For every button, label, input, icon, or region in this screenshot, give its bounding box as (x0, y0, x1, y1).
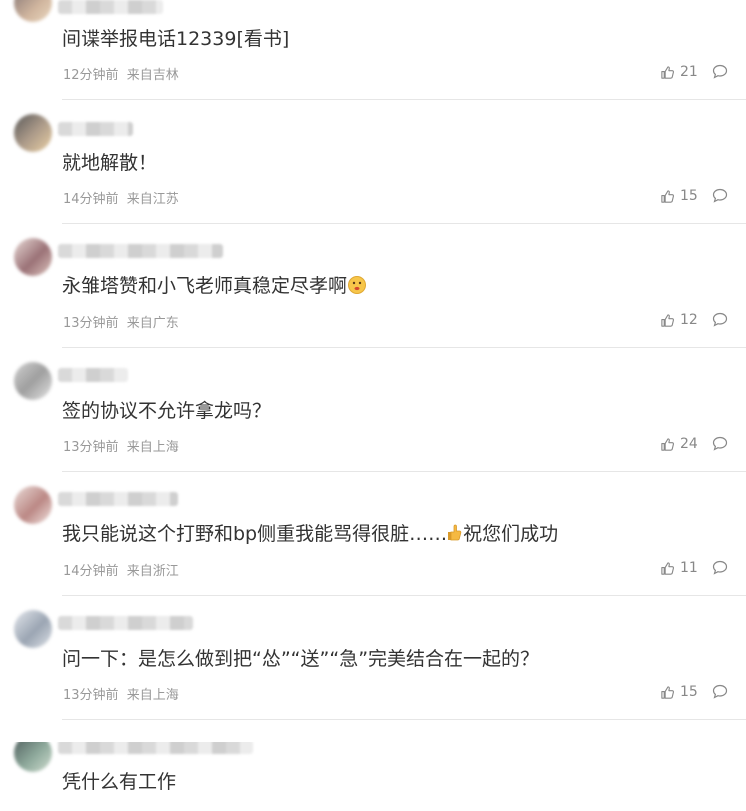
like-count: 11 (680, 560, 698, 576)
comment-location: 来自吉林 (126, 68, 179, 83)
comment-location: 来自上海 (126, 440, 179, 455)
reply-button[interactable] (712, 436, 728, 455)
like-button[interactable]: 12 (660, 312, 698, 328)
username-blurred[interactable] (58, 368, 128, 382)
username-blurred[interactable] (58, 0, 163, 14)
like-count: 21 (680, 64, 698, 80)
comment-item: 凭什么有工作 (0, 742, 746, 811)
avatar[interactable] (14, 0, 52, 22)
comment-bubble-icon (712, 560, 728, 575)
comment-location: 来自江苏 (126, 192, 179, 207)
like-button[interactable]: 21 (660, 64, 698, 80)
like-count: 15 (680, 684, 698, 700)
divider (62, 595, 746, 596)
comment-item: 签的协议不允许拿龙吗？ 13分钟前 来自上海 24 (0, 362, 746, 494)
reply-button[interactable] (712, 64, 728, 83)
username-blurred[interactable] (58, 616, 193, 630)
comment-meta: 13分钟前 来自广东 (63, 312, 183, 331)
thumbs-up-icon (661, 685, 675, 699)
comment-text-body: 我只能说这个打野和bp侧重我能骂得很脏…… (62, 523, 448, 545)
comment-bubble-icon (712, 684, 728, 699)
like-count: 15 (680, 188, 698, 204)
comment-bubble-icon (712, 436, 728, 451)
comment-text-body: 永雏塔赞和小飞老师真稳定尽孝啊 (62, 275, 348, 297)
username-blurred[interactable] (58, 492, 178, 506)
thumbs-up-icon (661, 65, 675, 79)
comment-time: 14分钟前 (63, 564, 119, 579)
comment-meta: 12分钟前 来自吉林 (63, 64, 183, 83)
thumbs-up-icon (661, 313, 675, 327)
avatar[interactable] (14, 486, 52, 524)
comment-time: 13分钟前 (63, 440, 119, 455)
comment-time: 14分钟前 (63, 192, 119, 207)
avatar[interactable] (14, 114, 52, 152)
comment-bubble-icon (712, 64, 728, 79)
comment-text: 凭什么有工作 (62, 771, 177, 793)
thumbs-up-icon (661, 561, 675, 575)
comment-text: 我只能说这个打野和bp侧重我能骂得很脏…… 祝您们成功 (62, 521, 558, 550)
thumbs-up-icon (661, 437, 675, 451)
divider (62, 99, 746, 100)
divider (62, 347, 746, 348)
username-blurred[interactable] (58, 244, 223, 258)
like-count: 24 (680, 436, 698, 452)
avatar[interactable] (14, 362, 52, 400)
divider (62, 719, 746, 720)
comment-text: 问一下：是怎么做到把“怂”“送”“急”完美结合在一起的？ (62, 648, 540, 670)
thinking-face-emoji (347, 275, 367, 302)
comment-location: 来自浙江 (126, 564, 179, 579)
comment-text: 就地解散！ (62, 152, 158, 174)
comment-item: 我只能说这个打野和bp侧重我能骂得很脏…… 祝您们成功 14分钟前 来自浙江 11 (0, 486, 746, 618)
divider (62, 471, 746, 472)
reply-button[interactable] (712, 188, 728, 207)
comment-bubble-icon (712, 312, 728, 327)
comment-item: 就地解散！ 14分钟前 来自江苏 15 (0, 114, 746, 246)
divider (62, 223, 746, 224)
comment-time: 13分钟前 (63, 316, 119, 331)
comment-bubble-icon (712, 188, 728, 203)
thumbs-up-emoji (447, 523, 463, 550)
avatar[interactable] (14, 610, 52, 648)
comment-text-tail: 祝您们成功 (463, 523, 559, 545)
comment-time: 12分钟前 (63, 68, 119, 83)
reply-button[interactable] (712, 312, 728, 331)
avatar[interactable] (14, 742, 52, 772)
reply-button[interactable] (712, 684, 728, 703)
like-button[interactable]: 15 (660, 684, 698, 700)
avatar[interactable] (14, 238, 52, 276)
thumbs-up-icon (661, 189, 675, 203)
comment-text: 签的协议不允许拿龙吗？ (62, 400, 272, 422)
comment-location: 来自上海 (126, 688, 179, 703)
comment-item: 间谍举报电话12339[看书] 12分钟前 来自吉林 21 (0, 0, 746, 122)
like-button[interactable]: 15 (660, 188, 698, 204)
username-blurred[interactable] (58, 122, 133, 136)
like-button[interactable]: 24 (660, 436, 698, 452)
comment-meta: 14分钟前 来自江苏 (63, 188, 183, 207)
username-blurred[interactable] (58, 742, 253, 754)
comment-item: 永雏塔赞和小飞老师真稳定尽孝啊 13分钟前 来自广东 12 (0, 238, 746, 370)
reply-button[interactable] (712, 560, 728, 579)
like-count: 12 (680, 312, 698, 328)
comment-text: 间谍举报电话12339[看书] (62, 28, 290, 50)
comment-meta: 13分钟前 来自上海 (63, 436, 183, 455)
comment-text: 永雏塔赞和小飞老师真稳定尽孝啊 (62, 273, 367, 302)
comment-meta: 13分钟前 来自上海 (63, 684, 183, 703)
like-button[interactable]: 11 (660, 560, 698, 576)
comment-item: 问一下：是怎么做到把“怂”“送”“急”完美结合在一起的？ 13分钟前 来自上海 … (0, 610, 746, 742)
comment-meta: 14分钟前 来自浙江 (63, 560, 183, 579)
comment-location: 来自广东 (126, 316, 179, 331)
comment-time: 13分钟前 (63, 688, 119, 703)
